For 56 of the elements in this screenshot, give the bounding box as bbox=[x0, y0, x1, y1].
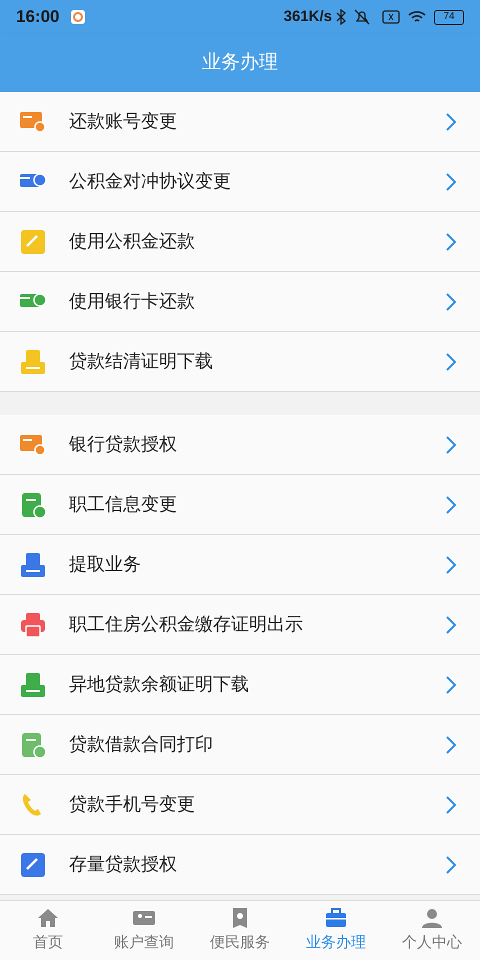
chevron-right-icon bbox=[446, 496, 456, 514]
tab[interactable]: 便民服务 bbox=[192, 901, 288, 960]
menu-row[interactable]: 贷款借款合同打印 bbox=[0, 715, 480, 775]
chevron-right-icon bbox=[446, 556, 456, 574]
tab[interactable]: 首页 bbox=[0, 901, 96, 960]
menu-label: 银行贷款授权 bbox=[69, 433, 178, 456]
chevron-right-icon bbox=[446, 436, 456, 454]
edit-icon bbox=[19, 850, 47, 878]
clock: 16:00 bbox=[16, 6, 60, 28]
chevron-right-icon bbox=[446, 352, 456, 370]
menu-row[interactable]: 使用公积金还款 bbox=[0, 212, 480, 272]
menu-label: 职工信息变更 bbox=[69, 493, 178, 516]
menu-row[interactable]: 贷款手机号变更 bbox=[0, 775, 480, 835]
chevron-right-icon bbox=[446, 232, 456, 250]
menu-row[interactable]: 贷款结清证明下载 bbox=[0, 332, 480, 392]
page-title: 业务办理 bbox=[202, 50, 278, 75]
menu-label: 贷款手机号变更 bbox=[69, 793, 196, 816]
sim-off-icon bbox=[382, 10, 400, 24]
printer-icon bbox=[19, 610, 47, 638]
chevron-right-icon bbox=[446, 676, 456, 694]
menu-label: 贷款结清证明下载 bbox=[69, 350, 214, 373]
bluetooth-icon bbox=[336, 9, 346, 25]
wifi-icon bbox=[408, 10, 426, 24]
chevron-right-icon bbox=[446, 736, 456, 754]
chevron-right-icon bbox=[446, 292, 456, 310]
tray-icon bbox=[19, 348, 47, 376]
menu-label: 职工住房公积金缴存证明出示 bbox=[69, 613, 304, 636]
chevron-right-icon bbox=[446, 616, 456, 634]
chevron-right-icon bbox=[446, 112, 456, 130]
bell-off-icon bbox=[354, 9, 370, 25]
menu-label: 提取业务 bbox=[69, 553, 142, 576]
menu-row[interactable]: 使用银行卡还款 bbox=[0, 272, 480, 332]
chevron-right-icon bbox=[446, 796, 456, 814]
menu-label: 还款账号变更 bbox=[69, 110, 178, 133]
menu-row[interactable]: 公积金对冲协议变更 bbox=[0, 152, 480, 212]
menu-row[interactable]: 职工住房公积金缴存证明出示 bbox=[0, 595, 480, 655]
menu-label: 异地贷款余额证明下载 bbox=[69, 673, 250, 696]
menu-label: 使用公积金还款 bbox=[69, 230, 196, 253]
menu-row[interactable]: 银行贷款授权 bbox=[0, 415, 480, 475]
menu-label: 存量贷款授权 bbox=[69, 853, 178, 876]
person-icon bbox=[420, 906, 444, 930]
menu-row[interactable]: 存量贷款授权 bbox=[0, 835, 480, 895]
menu-label: 使用银行卡还款 bbox=[69, 290, 196, 313]
menu-row[interactable]: 还款账号变更 bbox=[0, 92, 480, 152]
menu-row[interactable]: 异地贷款余额证明下载 bbox=[0, 655, 480, 715]
menu-row[interactable]: 提取业务 bbox=[0, 535, 480, 595]
tab[interactable]: 个人中心 bbox=[384, 901, 480, 960]
network-speed: 361K/s bbox=[284, 6, 332, 27]
chevron-right-icon bbox=[446, 856, 456, 874]
menu-row[interactable]: 职工信息变更 bbox=[0, 475, 480, 535]
menu-label: 贷款借款合同打印 bbox=[69, 733, 214, 756]
tab[interactable]: 账户查询 bbox=[96, 901, 192, 960]
menu-label: 公积金对冲协议变更 bbox=[69, 170, 232, 193]
battery: 74 bbox=[434, 10, 464, 24]
chevron-right-icon bbox=[446, 172, 456, 190]
app-icon bbox=[71, 10, 86, 24]
